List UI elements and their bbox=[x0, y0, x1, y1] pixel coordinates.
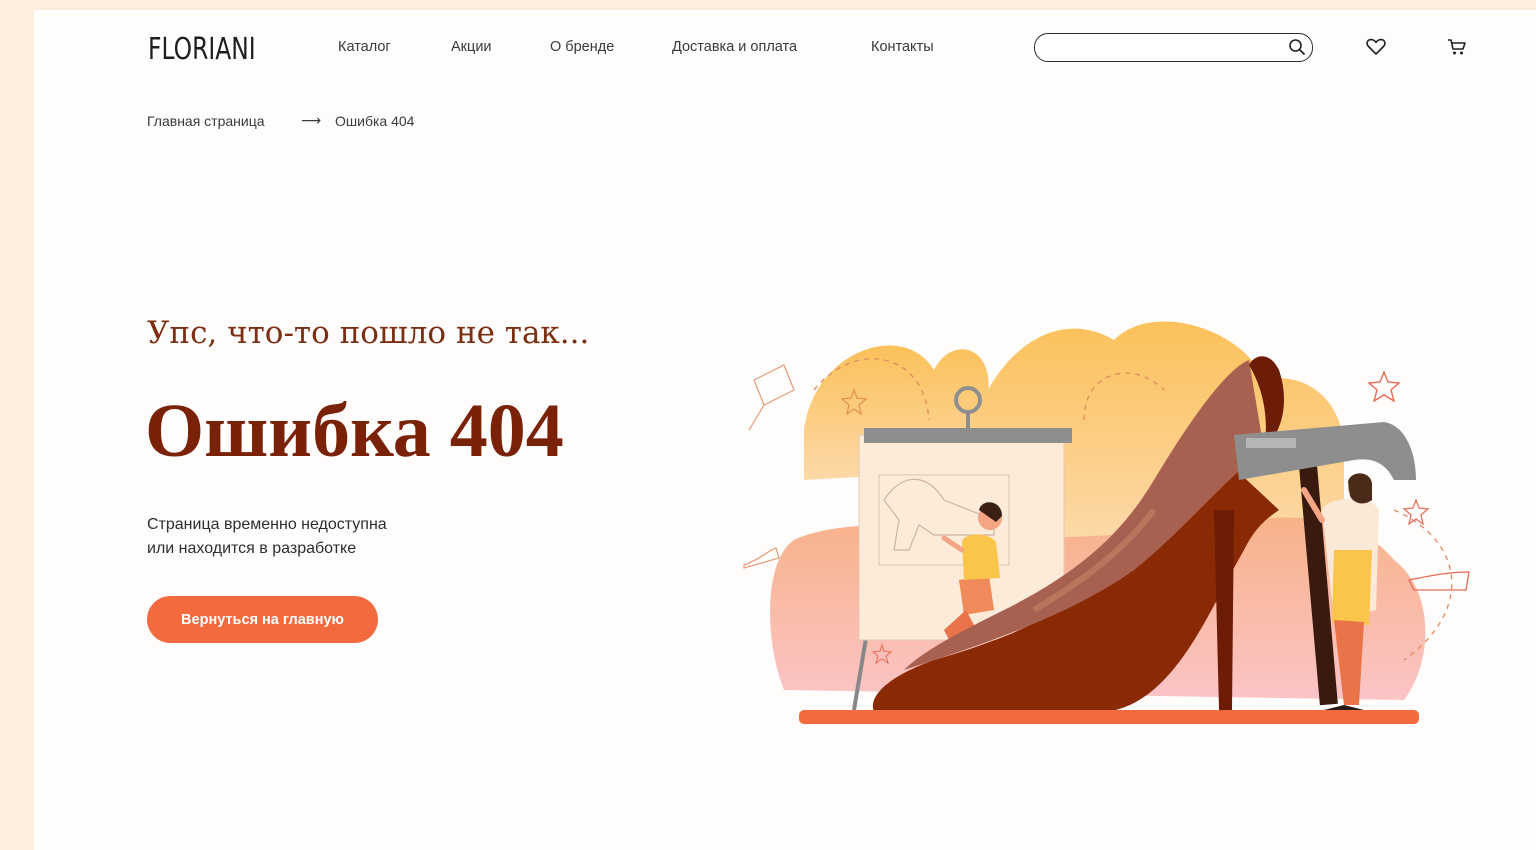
error-description: Страница временно недоступна или находит… bbox=[147, 513, 507, 561]
breadcrumb-home[interactable]: Главная страница bbox=[147, 113, 265, 129]
back-to-home-button[interactable]: Вернуться на главную bbox=[147, 596, 378, 643]
breadcrumb-current: Ошибка 404 bbox=[335, 113, 415, 129]
brand-logo[interactable]: FLORIANI bbox=[148, 32, 256, 67]
nav-about-brand[interactable]: О бренде bbox=[550, 39, 614, 55]
nav-contacts[interactable]: Контакты bbox=[871, 39, 934, 55]
floor-base bbox=[799, 710, 1419, 724]
description-line-1: Страница временно недоступна bbox=[147, 516, 387, 533]
error-subtitle: Упс, что-то пошло не так... bbox=[147, 315, 590, 351]
nav-sales[interactable]: Акции bbox=[451, 39, 492, 55]
cart-icon[interactable] bbox=[1447, 38, 1467, 61]
nav-catalog[interactable]: Каталог bbox=[338, 39, 391, 55]
error-title: Ошибка 404 bbox=[145, 389, 564, 473]
shoe-workshop-illustration bbox=[743, 321, 1470, 724]
heart-icon[interactable] bbox=[1366, 38, 1386, 61]
page-container: FLORIANI Каталог Акции О бренде Доставка… bbox=[34, 10, 1536, 850]
nav-delivery-payment[interactable]: Доставка и оплата bbox=[672, 39, 797, 55]
search-input[interactable] bbox=[1047, 37, 1281, 59]
star-decoration bbox=[1367, 370, 1401, 403]
search-box bbox=[1034, 33, 1313, 62]
search-icon[interactable] bbox=[1288, 38, 1306, 61]
breadcrumb-separator: ⟶ bbox=[301, 112, 322, 128]
description-line-2: или находится в разработке bbox=[147, 540, 357, 557]
